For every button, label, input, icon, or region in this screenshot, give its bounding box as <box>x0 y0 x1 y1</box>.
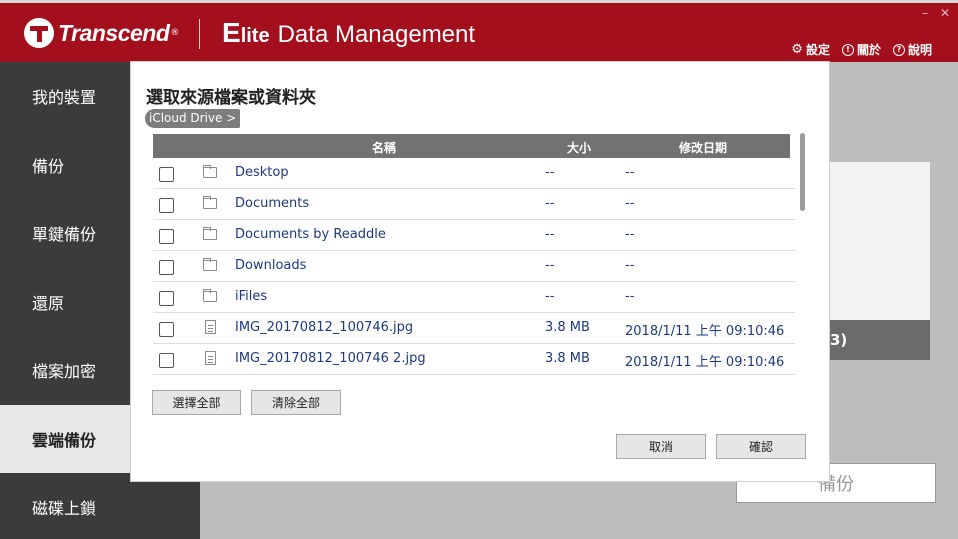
file-size: 3.8 MB <box>545 320 590 335</box>
file-date: -- <box>625 289 635 304</box>
header-divider <box>199 19 200 49</box>
table-row[interactable]: IMG_20170812_100746.jpg 3.8 MB 2018/1/11… <box>153 313 795 344</box>
row-checkbox[interactable] <box>159 353 174 368</box>
confirm-button[interactable]: 確認 <box>716 434 806 459</box>
file-date: -- <box>625 165 635 180</box>
table-row[interactable]: IMG_20170812_100746 2.jpg 3.8 MB 2018/1/… <box>153 344 795 375</box>
table-row[interactable]: Documents by Readdle -- -- <box>153 220 795 251</box>
cancel-button[interactable]: 取消 <box>616 434 706 459</box>
table-row[interactable]: Documents -- -- <box>153 189 795 220</box>
file-icon <box>205 320 216 334</box>
file-name[interactable]: Documents <box>235 196 309 211</box>
help-icon: ? <box>892 43 905 56</box>
file-size: -- <box>545 196 555 211</box>
clear-all-button[interactable]: 清除全部 <box>251 390 341 415</box>
row-checkbox[interactable] <box>159 291 174 306</box>
table-row[interactable]: iFiles -- -- <box>153 282 795 313</box>
file-name[interactable]: IMG_20170812_100746 2.jpg <box>235 351 426 366</box>
row-checkbox[interactable] <box>159 260 174 275</box>
file-date: 2018/1/11 上午 09:10:46 <box>625 324 785 339</box>
column-header-name[interactable]: 名稱 <box>372 139 396 156</box>
select-all-button[interactable]: 選擇全部 <box>152 390 241 415</box>
file-size: -- <box>545 227 555 242</box>
row-checkbox[interactable] <box>159 229 174 244</box>
file-date: -- <box>625 227 635 242</box>
file-date: -- <box>625 258 635 273</box>
product-title-name: Data Management <box>277 21 476 48</box>
file-list: Desktop -- -- Documents -- -- Documents … <box>153 158 795 375</box>
about-label: 關於 <box>856 43 881 57</box>
help-link[interactable]: ? 說明 <box>892 41 932 58</box>
folder-icon <box>203 289 217 302</box>
table-row[interactable]: Desktop -- -- <box>153 158 795 189</box>
transcend-logo-icon <box>24 18 54 48</box>
file-date: 2018/1/11 上午 09:10:46 <box>625 355 785 370</box>
list-scrollbar[interactable] <box>800 133 805 211</box>
about-link[interactable]: ! 關於 <box>841 41 881 58</box>
product-title-e: E <box>222 17 241 48</box>
transcend-logo: Transcend ® <box>24 17 179 49</box>
header-links: ⚙ 設定 ! 關於 ? 說明 <box>791 41 932 58</box>
file-name[interactable]: iFiles <box>235 289 267 304</box>
file-size: 3.8 MB <box>545 351 590 366</box>
file-size: -- <box>545 258 555 273</box>
row-checkbox[interactable] <box>159 167 174 182</box>
row-checkbox[interactable] <box>159 322 174 337</box>
file-name[interactable]: Desktop <box>235 165 289 180</box>
column-header-modified[interactable]: 修改日期 <box>679 139 727 156</box>
cloud-card-label-text: 3) <box>830 331 848 349</box>
cloud-card-label: 3) <box>830 320 930 360</box>
info-icon: ! <box>841 43 854 56</box>
column-header-size[interactable]: 大小 <box>567 139 591 156</box>
product-title-lite: lite <box>240 25 270 47</box>
folder-icon <box>203 196 217 209</box>
dialog-title: 選取來源檔案或資料夾 <box>146 88 316 108</box>
folder-icon <box>203 165 217 178</box>
brand-name: Transcend <box>58 19 170 46</box>
file-name[interactable]: IMG_20170812_100746.jpg <box>235 320 413 335</box>
folder-icon <box>203 227 217 240</box>
file-date: -- <box>625 196 635 211</box>
folder-icon <box>203 258 217 271</box>
settings-link[interactable]: ⚙ 設定 <box>791 41 830 58</box>
close-button[interactable]: ✕ <box>940 6 950 20</box>
table-header: 名稱 大小 修改日期 <box>153 134 790 158</box>
breadcrumb[interactable]: iCloud Drive > <box>145 109 241 128</box>
cloud-card <box>830 162 930 320</box>
app-header: Transcend ® E lite Data Management – ✕ ⚙… <box>0 0 958 62</box>
sidebar-item-disk-lock[interactable]: 磁碟上鎖 <box>0 473 200 539</box>
row-checkbox[interactable] <box>159 198 174 213</box>
table-row[interactable]: Downloads -- -- <box>153 251 795 282</box>
settings-label: 設定 <box>805 43 830 57</box>
file-icon <box>205 351 216 365</box>
gear-icon: ⚙ <box>791 41 803 57</box>
registered-mark: ® <box>170 28 180 38</box>
minimize-button[interactable]: – <box>922 6 928 20</box>
product-title: E lite Data Management <box>222 19 475 49</box>
file-size: -- <box>545 289 555 304</box>
file-name[interactable]: Downloads <box>235 258 306 273</box>
file-size: -- <box>545 165 555 180</box>
help-label: 說明 <box>907 43 932 57</box>
select-source-dialog: 選取來源檔案或資料夾 iCloud Drive > 名稱 大小 修改日期 Des… <box>131 62 829 481</box>
window-controls: – ✕ <box>922 6 950 20</box>
file-name[interactable]: Documents by Readdle <box>235 227 386 242</box>
